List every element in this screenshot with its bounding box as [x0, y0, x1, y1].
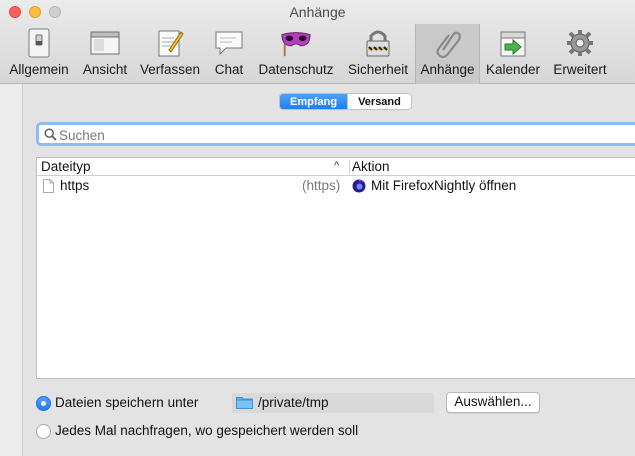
preferences-window: Anhänge Allgemein Ansicht Verfassen Chat… [0, 0, 635, 456]
toolbar-item-allgemein[interactable]: Allgemein [6, 25, 72, 81]
column-header-action[interactable]: Aktion [352, 159, 390, 174]
row-extension: (https) [302, 178, 341, 193]
toolbar-label: Chat [214, 62, 244, 77]
radio-save-to-label[interactable]: Dateien speichern unter [55, 395, 198, 410]
download-path: /private/tmp [258, 395, 329, 410]
download-path-field: /private/tmp [232, 393, 434, 413]
gear-icon [564, 27, 596, 59]
document-icon [43, 179, 54, 198]
toolbar-label: Sicherheit [347, 62, 409, 77]
toolbar-item-anhaenge[interactable]: Anhänge [415, 24, 480, 84]
firefox-nightly-icon [352, 179, 366, 198]
window-title: Anhänge [289, 4, 346, 20]
mask-icon [280, 27, 312, 59]
search-icon [44, 128, 57, 146]
toolbar-item-erweitert[interactable]: Erweitert [549, 25, 611, 81]
toolbar-label: Kalender [485, 62, 541, 77]
folder-icon [236, 396, 253, 414]
toolbar-item-datenschutz[interactable]: Datenschutz [254, 25, 338, 81]
chat-bubble-icon [213, 27, 245, 59]
toolbar-label: Erweitert [553, 62, 607, 77]
radio-always-ask[interactable] [36, 424, 51, 439]
toolbar-item-verfassen[interactable]: Verfassen [137, 25, 203, 81]
row-action[interactable]: Mit FirefoxNightly öffnen [371, 178, 516, 193]
file-type-table: Dateityp ^ Aktion https (https) Mit Fire… [36, 157, 635, 379]
row-type: https [60, 178, 90, 193]
radio-save-to[interactable] [36, 396, 51, 411]
switch-icon [23, 27, 55, 59]
window-icon [89, 27, 121, 59]
toolbar-label: Allgemein [9, 62, 69, 77]
title-bar: Anhänge Allgemein Ansicht Verfassen Chat… [0, 0, 635, 84]
toolbar-item-ansicht[interactable]: Ansicht [78, 25, 132, 81]
toolbar-item-sicherheit[interactable]: Sicherheit [343, 25, 413, 81]
padlock-icon [362, 27, 394, 59]
column-divider[interactable] [349, 160, 350, 174]
tab-switcher: Empfang Versand [279, 93, 412, 110]
search-field[interactable] [36, 122, 635, 146]
toolbar-label: Anhänge [420, 62, 475, 77]
toolbar-label: Datenschutz [258, 62, 334, 77]
column-header-type[interactable]: Dateityp [41, 159, 91, 174]
table-header: Dateityp ^ Aktion [37, 158, 635, 176]
toolbar-item-chat[interactable]: Chat [210, 25, 248, 81]
table-row[interactable]: https (https) Mit FirefoxNightly öffnen [37, 177, 635, 195]
toolbar-label: Verfassen [139, 62, 201, 77]
toolbar-item-kalender[interactable]: Kalender [484, 25, 542, 81]
choose-folder-button[interactable]: Auswählen... [446, 392, 540, 413]
calendar-icon [497, 27, 529, 59]
compose-icon [154, 27, 186, 59]
radio-always-ask-label[interactable]: Jedes Mal nachfragen, wo gespeichert wer… [55, 423, 358, 438]
sort-ascending-icon: ^ [334, 160, 340, 172]
tab-empfang[interactable]: Empfang [280, 94, 348, 109]
search-input[interactable] [59, 126, 619, 144]
tab-versand[interactable]: Versand [347, 94, 411, 109]
paperclip-icon [432, 27, 464, 59]
toolbar-label: Ansicht [82, 62, 128, 77]
